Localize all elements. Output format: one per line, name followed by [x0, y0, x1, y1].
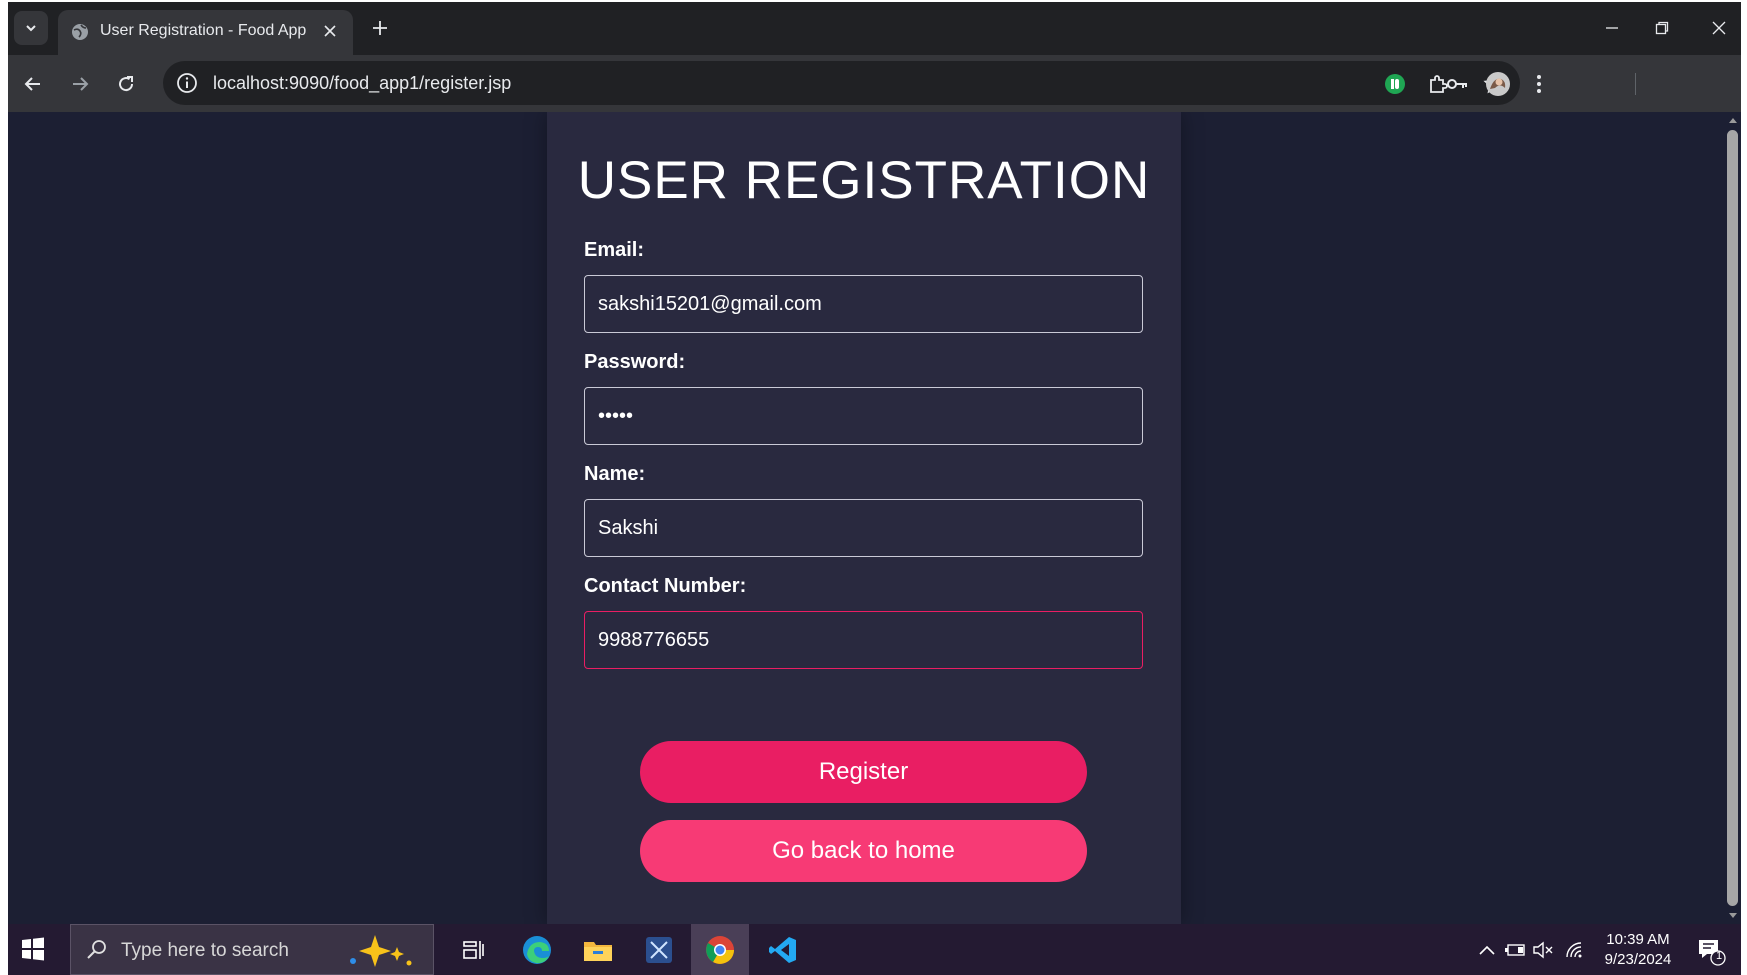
- close-icon: [1712, 21, 1726, 35]
- page-viewport: USER REGISTRATION Email: Password: Name:…: [8, 112, 1724, 924]
- notification-center-button[interactable]: 1: [1696, 936, 1726, 966]
- plus-icon: [373, 21, 387, 35]
- tray-overflow-button[interactable]: [1475, 938, 1499, 962]
- battery-icon: [1505, 944, 1525, 956]
- wifi-icon: [1566, 942, 1582, 958]
- close-window-button[interactable]: [1697, 10, 1741, 46]
- task-view-icon: [463, 940, 484, 959]
- arrow-left-icon: [24, 77, 40, 91]
- arrow-right-icon: [73, 77, 89, 91]
- taskbar-snipping-tool[interactable]: [630, 924, 688, 975]
- tray-network[interactable]: [1563, 938, 1587, 962]
- extension-badge-icon: [1385, 74, 1405, 94]
- tray-volume[interactable]: [1531, 938, 1555, 962]
- extensions-menu-button[interactable]: [1423, 69, 1453, 99]
- page-scrollbar[interactable]: [1724, 112, 1741, 924]
- tab-active[interactable]: User Registration - Food App: [58, 10, 353, 55]
- contact-label: Contact Number:: [584, 575, 747, 597]
- email-field[interactable]: [584, 275, 1143, 333]
- scroll-up-arrow[interactable]: [1729, 118, 1737, 123]
- register-button[interactable]: Register: [640, 741, 1087, 803]
- edge-icon: [523, 935, 551, 964]
- new-tab-button[interactable]: [366, 14, 394, 42]
- scroll-thumb[interactable]: [1727, 130, 1738, 906]
- task-view-button[interactable]: [445, 924, 503, 975]
- go-home-button[interactable]: Go back to home: [640, 820, 1087, 882]
- restore-icon: [1655, 21, 1669, 35]
- chevron-down-icon: [26, 25, 36, 32]
- more-vert-icon: [1537, 75, 1541, 93]
- page-title: USER REGISTRATION: [577, 151, 1151, 210]
- taskbar-chrome[interactable]: [691, 924, 749, 975]
- close-tab-button[interactable]: [319, 20, 341, 42]
- browser-toolbar: localhost:9090/food_app1/register.jsp: [8, 55, 1741, 112]
- taskbar-edge[interactable]: [508, 924, 566, 975]
- clock-time: 10:39 AM: [1606, 931, 1670, 948]
- contact-number-field[interactable]: [584, 611, 1143, 669]
- tab-search-button[interactable]: [14, 11, 48, 45]
- password-field[interactable]: [584, 387, 1143, 445]
- close-icon: [324, 25, 336, 37]
- sparkle-icon: [350, 935, 412, 967]
- password-label: Password:: [584, 351, 686, 373]
- folder-icon: [584, 941, 612, 961]
- taskbar-search-box[interactable]: Type here to search: [70, 924, 434, 975]
- clock-date: 9/23/2024: [1604, 951, 1672, 968]
- email-label: Email:: [584, 239, 645, 261]
- notification-count-badge: 1: [1715, 950, 1723, 962]
- taskbar-clock[interactable]: 10:39 AM 9/23/2024: [1598, 930, 1678, 970]
- tab-title: User Registration - Food App: [100, 22, 307, 39]
- toolbar-divider: [1635, 73, 1636, 95]
- tab-strip: User Registration - Food App: [8, 2, 1741, 55]
- vscode-icon: [769, 936, 796, 963]
- info-icon[interactable]: [175, 71, 199, 95]
- puzzle-icon: [1430, 75, 1448, 93]
- snipping-icon: [646, 936, 672, 963]
- address-bar[interactable]: localhost:9090/food_app1/register.jsp: [163, 61, 1520, 105]
- name-label: Name:: [584, 463, 646, 485]
- registration-card: USER REGISTRATION Email: Password: Name:…: [547, 112, 1181, 924]
- taskbar-vscode[interactable]: [754, 924, 812, 975]
- search-placeholder: Type here to search: [121, 940, 289, 961]
- name-field[interactable]: [584, 499, 1143, 557]
- profile-button[interactable]: [1483, 69, 1513, 99]
- avatar-icon: [1486, 72, 1510, 96]
- tray-battery[interactable]: [1503, 938, 1527, 962]
- volume-muted-icon: [1533, 941, 1553, 959]
- minimize-icon: [1606, 27, 1618, 29]
- globe-icon: [72, 24, 88, 40]
- extension-button[interactable]: [1380, 69, 1410, 99]
- chrome-icon: [706, 935, 734, 964]
- restore-button[interactable]: [1640, 10, 1684, 46]
- windows-start-icon[interactable]: [18, 934, 48, 964]
- forward-button[interactable]: [63, 67, 97, 101]
- browser-window: User Registration - Food App localhost:9…: [8, 2, 1741, 975]
- search-icon: [87, 940, 106, 959]
- back-button[interactable]: [16, 67, 50, 101]
- windows-taskbar: Type here to search 10:39 AM 9/23/2024 1: [8, 924, 1741, 975]
- url-text[interactable]: localhost:9090/food_app1/register.jsp: [213, 73, 511, 94]
- scroll-down-arrow[interactable]: [1729, 913, 1737, 918]
- reload-button[interactable]: [109, 67, 143, 101]
- minimize-button[interactable]: [1590, 10, 1634, 46]
- reload-icon: [119, 76, 134, 92]
- chevron-up-icon: [1479, 945, 1495, 955]
- taskbar-file-explorer[interactable]: [569, 924, 627, 975]
- browser-menu-button[interactable]: [1524, 69, 1554, 99]
